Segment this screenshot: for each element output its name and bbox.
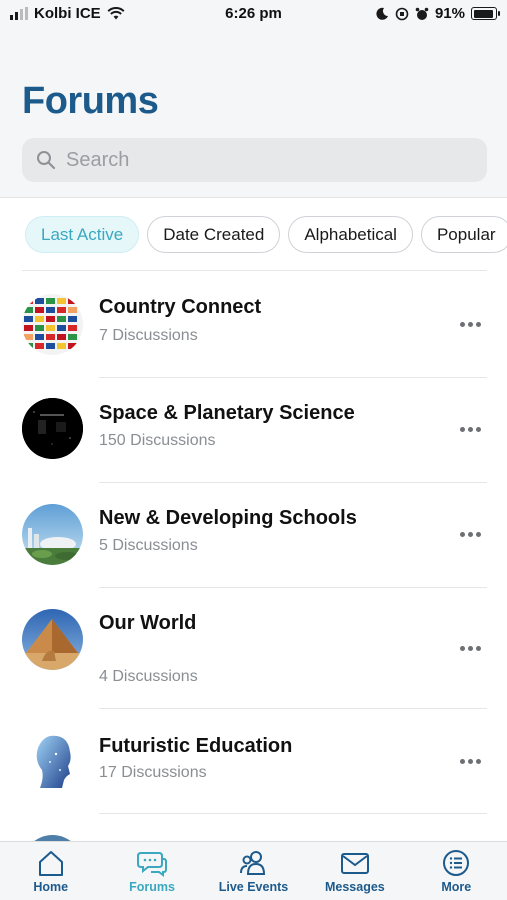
forum-item-space-planetary-science[interactable]: Space & Planetary Science 150 Discussion… (22, 378, 487, 483)
divider (22, 270, 487, 271)
people-icon (240, 851, 266, 875)
forum-name: Futuristic Education (99, 735, 293, 757)
envelope-icon (340, 853, 369, 874)
tab-home[interactable]: Home (0, 842, 101, 900)
menu-icon (443, 850, 470, 876)
world-flags-icon (22, 294, 83, 355)
forum-name: Country Connect (99, 296, 262, 318)
more-options-icon[interactable] (460, 322, 481, 327)
digital-head-icon (22, 730, 83, 791)
forum-name: Our World (99, 612, 197, 634)
tab-messages[interactable]: Messages (304, 842, 405, 900)
sort-filter-chips: Last Active Date Created Alphabetical Po… (25, 216, 507, 254)
battery-percent: 91% (434, 5, 465, 22)
filter-alphabetical[interactable]: Alphabetical (288, 216, 413, 253)
more-options-icon[interactable] (460, 532, 481, 537)
tab-label: More (441, 880, 472, 894)
night-sky-icon (22, 398, 83, 459)
search-input[interactable] (66, 148, 446, 172)
home-icon (38, 851, 63, 876)
tab-label: Live Events (218, 880, 289, 894)
alarm-icon (415, 7, 429, 20)
status-bar: Kolbi ICE 6:26 pm 91% (0, 0, 507, 30)
tab-more[interactable]: More (406, 842, 507, 900)
forum-item-new-developing-schools[interactable]: New & Developing Schools 5 Discussions (22, 483, 487, 588)
pyramid-sphinx-icon (22, 609, 83, 670)
forum-discussion-count: 7 Discussions (99, 327, 198, 344)
filter-popular[interactable]: Popular (420, 216, 507, 253)
more-options-icon[interactable] (460, 646, 481, 651)
moon-icon (376, 7, 388, 20)
tab-label: Home (33, 880, 69, 894)
forum-discussion-count: 5 Discussions (99, 537, 198, 554)
tab-forums[interactable]: Forums (101, 842, 202, 900)
search-icon (37, 151, 56, 170)
forum-name: New & Developing Schools (99, 507, 357, 529)
tab-label: Messages (324, 880, 385, 894)
forum-item-futuristic-education[interactable]: Futuristic Education 17 Discussions (22, 709, 487, 814)
page-title: Forums (22, 80, 159, 122)
page-header: Forums (0, 30, 507, 198)
bottom-tab-bar: Home Forums Live Events Messages More (0, 841, 507, 900)
tab-live-events[interactable]: Live Events (203, 842, 304, 900)
filter-date-created[interactable]: Date Created (147, 216, 281, 253)
forums-icon (137, 852, 168, 877)
more-options-icon[interactable] (460, 759, 481, 764)
forum-discussion-count: 150 Discussions (99, 432, 216, 449)
orientation-lock-icon (395, 7, 409, 20)
futuristic-city-icon (22, 504, 83, 565)
forum-discussion-count: 17 Discussions (99, 764, 207, 781)
forum-item-our-world[interactable]: Our World 4 Discussions (22, 588, 487, 709)
forum-item-country-connect[interactable]: Country Connect 7 Discussions (22, 272, 487, 378)
forum-item-partial[interactable] (22, 814, 487, 841)
tab-label: Forums (129, 880, 175, 894)
search-bar[interactable] (22, 138, 487, 182)
battery-icon (471, 7, 500, 20)
filter-last-active[interactable]: Last Active (25, 216, 140, 253)
forum-discussion-count: 4 Discussions (99, 668, 198, 685)
more-options-icon[interactable] (460, 427, 481, 432)
forum-name: Space & Planetary Science (99, 402, 355, 424)
